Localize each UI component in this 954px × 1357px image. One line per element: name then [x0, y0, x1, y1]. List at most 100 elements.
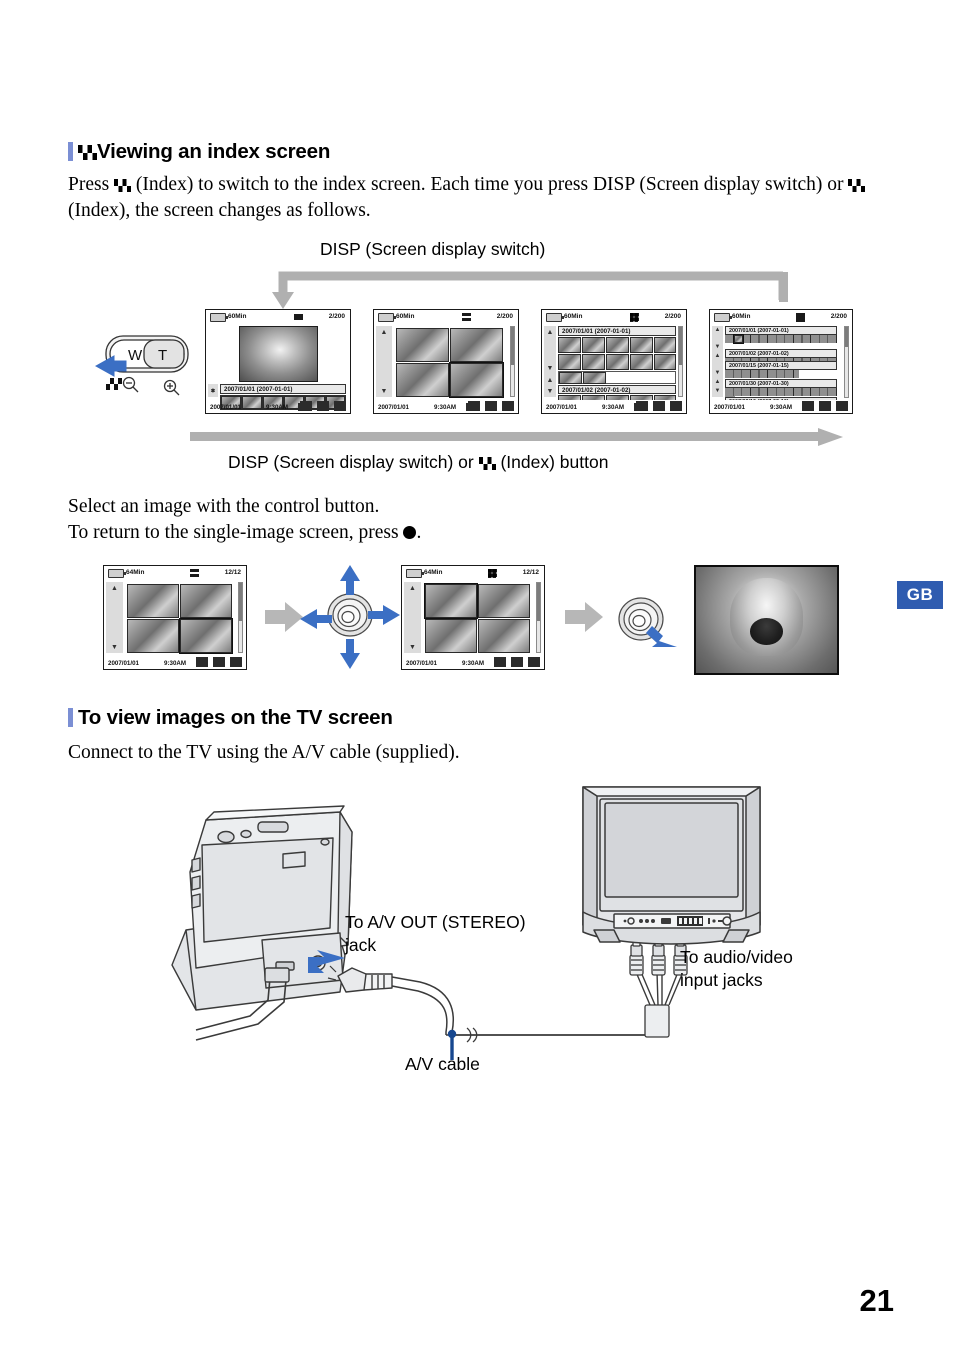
lcd-bottom-status-bar: 2007/01/01 9:30AM: [402, 656, 544, 669]
side-scroll-column: ▲ ▼ ▲ ▼ ▲ ▼: [712, 326, 723, 397]
index-thumbnail[interactable]: [582, 337, 605, 353]
single-bar-icon: [294, 314, 303, 320]
flow-label-top: DISP (Screen display switch): [320, 239, 546, 259]
paragraph-text-3: (Index), the screen changes as follows.: [68, 200, 371, 221]
index-thumbnail[interactable]: [630, 354, 653, 370]
index-thumbnail[interactable]: [606, 354, 629, 370]
index-thumbnail[interactable]: [127, 584, 179, 618]
intro-paragraph: Press (Index) to switch to the index scr…: [68, 172, 868, 224]
battery-icon: [378, 313, 396, 322]
instruction-line-1: Select an image with the control button.: [68, 496, 380, 517]
vertical-scrollbar[interactable]: [510, 326, 515, 397]
av-plug-icon: [327, 965, 393, 993]
recording-time: 60Min: [228, 312, 247, 320]
scroll-up-arrow: ▲: [546, 328, 554, 336]
lcd-top-status-bar: 60Min 2/200: [542, 310, 686, 323]
date-group-list: 2007/01/01 (2007-01-01) 2007/01/02 (2007…: [725, 326, 842, 413]
index-thumbnail-selected[interactable]: [424, 583, 478, 619]
scroll-up-arrow: ▲: [714, 353, 721, 359]
vertical-scrollbar[interactable]: [678, 326, 683, 397]
heading-rule: [68, 708, 73, 727]
index-thumbnail[interactable]: [478, 584, 530, 618]
bottom-icon-group: [300, 401, 346, 411]
scroll-up-arrow: ▲: [111, 584, 118, 592]
status-time: 9:30AM: [164, 659, 187, 667]
magnifier-plus-icon: [163, 379, 180, 396]
flow-label-bottom-text-1: DISP (Screen display switch) or: [228, 452, 479, 472]
side-scroll-column: ▲ ▼ ▲ ▼: [544, 326, 556, 397]
recording-time: 60Min: [564, 312, 583, 320]
index-thumbnail[interactable]: [450, 328, 503, 362]
page-number: 21: [859, 1283, 894, 1318]
index-grid: [396, 328, 504, 398]
instruction-line-2-period: .: [416, 522, 422, 543]
index-thumbnail[interactable]: [582, 354, 605, 370]
status-time: 9:30AM: [266, 403, 289, 411]
scroll-up-arrow: ▲: [409, 584, 416, 592]
two-bar-icon: [190, 569, 199, 577]
index-thumbnail[interactable]: [478, 619, 530, 653]
gray-arrow-right: [265, 602, 303, 632]
side-scroll-column: ▲ ▼: [376, 326, 392, 397]
date-folder-label: 2007/01/02 (2007-01-02): [725, 349, 837, 358]
side-scroll-column: ▲ ▼: [208, 384, 218, 397]
index-thumbnail-selected[interactable]: [449, 362, 504, 398]
lcd-bottom-status-bar: 2007/01/01 9:30AM: [542, 400, 686, 413]
date-folder-label: 2007/01/01 (2007-01-01): [220, 384, 346, 394]
image-counter: 2/200: [664, 312, 681, 320]
index-thumbnail[interactable]: [425, 619, 477, 653]
lcd-top-status-bar: 60Min 2/200: [710, 310, 852, 323]
vertical-scrollbar[interactable]: [238, 582, 243, 653]
index-checkerboard-icon: [848, 179, 866, 192]
image-size-icon: [670, 401, 682, 411]
magnifier-minus-icon: [122, 376, 139, 393]
index-thumbnail[interactable]: [396, 328, 449, 362]
index-thumbnail[interactable]: [558, 337, 581, 353]
vertical-scrollbar[interactable]: [844, 326, 849, 398]
two-bar-icon: [462, 313, 471, 321]
battery-icon: [108, 569, 126, 578]
index-thumbnail[interactable]: [127, 619, 179, 653]
date-group-thumbnails: [558, 337, 676, 372]
thumbnail-row: [725, 370, 799, 378]
index-thumbnail-selected[interactable]: [179, 618, 233, 654]
index-thumbnail[interactable]: [654, 354, 676, 370]
index-thumbnail[interactable]: [396, 363, 449, 397]
index-thumbnail[interactable]: [558, 354, 581, 370]
lcd-bottom-status-bar: 2007/01/01 9:30AM: [374, 400, 518, 413]
image-size-icon: [836, 401, 848, 411]
date-folder-label: 2007/01/15 (2007-01-15): [725, 361, 837, 370]
lcd-screen-four-index: 60Min 2/200 ▲ ▼ 2007/01/01 9:30AM: [373, 309, 519, 414]
index-thumbnail-selected[interactable]: [733, 334, 744, 344]
zoom-lever-illustration: W T: [92, 322, 202, 415]
scroll-down-arrow: ▼: [209, 387, 217, 395]
select-instructions: Select an image with the control button.…: [68, 494, 768, 546]
thumbnail-row: [725, 388, 837, 396]
status-time: 9:30AM: [770, 403, 793, 411]
vertical-scrollbar[interactable]: [536, 582, 541, 653]
scroll-down-arrow: ▼: [409, 643, 416, 651]
scroll-up-arrow: ▲: [714, 379, 721, 385]
index-thumbnail[interactable]: [180, 584, 232, 618]
index-thumbnail[interactable]: [559, 372, 582, 384]
page-title-tv-screen: To view images on the TV screen: [68, 706, 393, 730]
page-title-viewing-index: Viewing an index screen: [68, 140, 330, 164]
bottom-icon-group: [468, 401, 514, 411]
image-counter: 12/12: [224, 568, 241, 576]
index-thumbnail[interactable]: [654, 337, 676, 353]
heading-rule: [68, 142, 73, 161]
index-grid: [424, 583, 531, 654]
scroll-down-arrow: ▼: [714, 388, 721, 394]
status-date: 2007/01/01: [108, 659, 139, 667]
index-thumbnail[interactable]: [630, 337, 653, 353]
status-date: 2007/01/01: [406, 659, 437, 667]
index-thumbnail[interactable]: [606, 337, 629, 353]
instruction-line-2-text: To return to the single-image screen, pr…: [68, 522, 404, 543]
index-thumbnail[interactable]: [583, 372, 606, 384]
display-icon: [636, 401, 648, 411]
lcd-screen-select-before: 64Min 12/12 ▲ ▼ 2007/01/01 9:30AM: [103, 565, 247, 670]
callout-av-cable: A/V cable: [405, 1054, 480, 1074]
status-date: 2007/01/01: [546, 403, 577, 411]
lcd-bottom-status-bar: 2007/01/01 9:30AM: [710, 400, 852, 413]
side-scroll-column: ▲ ▼: [106, 582, 123, 653]
